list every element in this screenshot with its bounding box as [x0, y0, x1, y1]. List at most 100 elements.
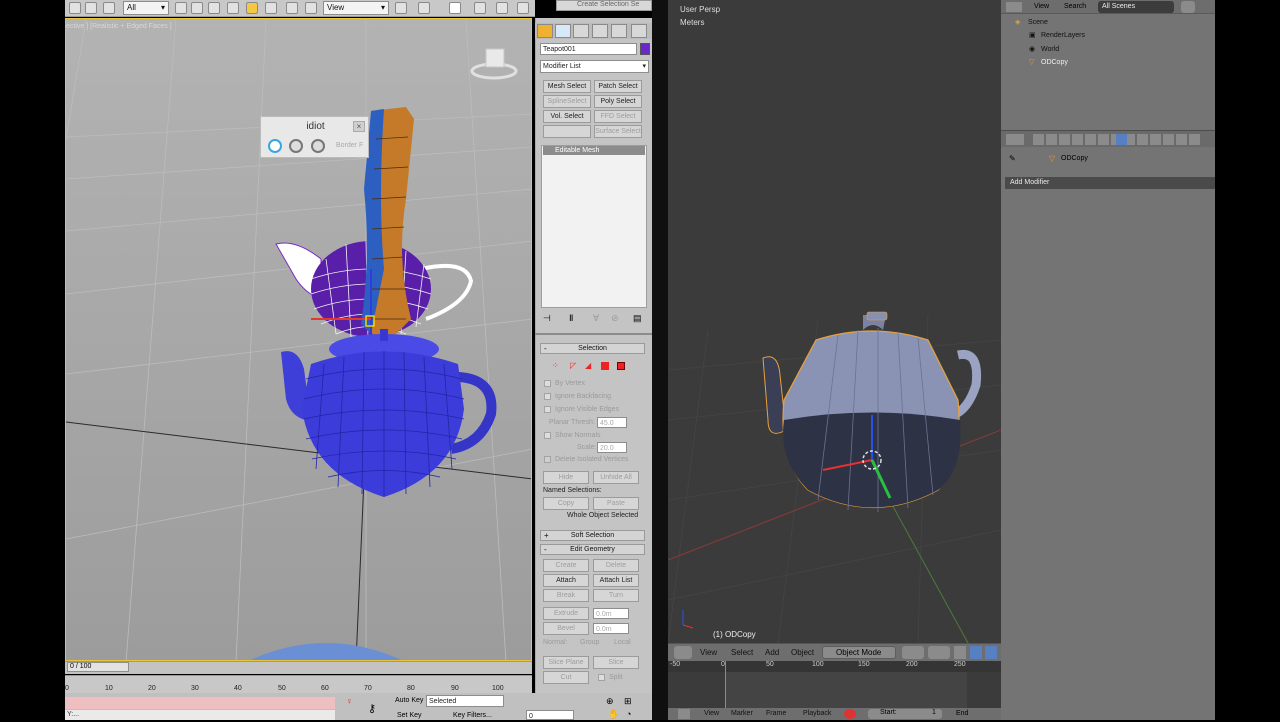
modifier-list-dropdown[interactable]: Modifier List ▾: [540, 60, 649, 73]
create-tab-icon[interactable]: [537, 24, 553, 38]
link-icon[interactable]: [69, 2, 81, 14]
local-radio[interactable]: Local: [614, 639, 631, 646]
scene-filter-dropdown[interactable]: All Scenes: [1098, 1, 1174, 13]
editor-type-icon[interactable]: [678, 709, 690, 719]
object-name-field[interactable]: Teapot001: [540, 43, 637, 55]
motion-tab-icon[interactable]: [592, 24, 608, 38]
slice-button[interactable]: Slice: [593, 656, 639, 669]
by-vertex-checkbox[interactable]: [544, 380, 551, 387]
surface-select-button[interactable]: Surface Select: [594, 125, 642, 138]
gear-icon[interactable]: [289, 139, 303, 153]
blender-3d-viewport[interactable]: User Persp Meters (1) ODCopy: [668, 0, 1001, 643]
element-icon[interactable]: [617, 362, 625, 370]
timeline-marker-menu[interactable]: Marker: [731, 710, 753, 717]
pivot-dropdown[interactable]: [928, 646, 950, 659]
hierarchy-tab-icon[interactable]: [573, 24, 589, 38]
attach-button[interactable]: Attach: [543, 574, 589, 587]
reference-coord-dropdown[interactable]: View: [323, 1, 389, 15]
zoom-all-icon[interactable]: ⊞: [624, 696, 632, 707]
paste-button[interactable]: Paste: [593, 497, 639, 510]
display-tab-icon[interactable]: [611, 24, 627, 38]
show-normals-checkbox[interactable]: [544, 432, 551, 439]
editor-type-icon[interactable]: [674, 646, 692, 659]
vertex-icon[interactable]: ⁘: [552, 361, 559, 370]
snap-toggle-icon[interactable]: [474, 2, 486, 14]
pan-icon[interactable]: ✋: [608, 709, 619, 720]
select-place-icon[interactable]: [305, 2, 317, 14]
window-crossing-icon[interactable]: [227, 2, 239, 14]
manipulator-icon[interactable]: [954, 646, 966, 659]
stack-item-editable-mesh[interactable]: Editable Mesh: [543, 146, 645, 155]
bevel-input[interactable]: 0.0m: [593, 623, 629, 634]
edit-geometry-rollout[interactable]: - Edit Geometry: [540, 544, 645, 555]
attach-list-button[interactable]: Attach List: [593, 574, 639, 587]
auto-key-button[interactable]: Auto Key: [395, 697, 423, 704]
zoom-icon[interactable]: ⊕: [606, 696, 614, 707]
slice-plane-button[interactable]: Slice Plane: [543, 656, 589, 669]
max-perspective-viewport[interactable]: ective ] [Realistic + Edged Faces ]: [65, 18, 532, 661]
create-button[interactable]: Create: [543, 559, 589, 572]
timeline-playback-menu[interactable]: Playback: [803, 710, 831, 717]
modify-tab-icon[interactable]: [555, 24, 571, 38]
mode-dropdown[interactable]: Object Mode: [822, 646, 896, 659]
outliner-view-menu[interactable]: View: [1034, 3, 1049, 10]
select-menu[interactable]: Select: [731, 648, 753, 657]
key-mode-icon[interactable]: ♀: [346, 696, 353, 706]
pivot-icon[interactable]: [395, 2, 407, 14]
utilities-tab-icon[interactable]: [631, 24, 647, 38]
add-menu[interactable]: Add: [765, 648, 779, 657]
blender-timeline[interactable]: -50 0 50 100 150 200 250: [668, 661, 1001, 708]
make-unique-icon[interactable]: ∀: [593, 313, 599, 324]
select-manipulate-icon[interactable]: [418, 2, 430, 14]
modifier-stack[interactable]: [541, 145, 647, 308]
outliner-search-menu[interactable]: Search: [1064, 3, 1086, 10]
hide-button[interactable]: Hide: [543, 471, 589, 484]
rotate-icon[interactable]: [985, 646, 997, 659]
time-slider[interactable]: 0 / 100: [67, 662, 129, 672]
patch-select-button[interactable]: Patch Select: [594, 80, 642, 93]
vol-select-button[interactable]: Vol. Select: [543, 110, 591, 123]
maxscript-listener[interactable]: [65, 697, 335, 709]
polygon-icon[interactable]: [601, 362, 609, 370]
view-menu[interactable]: View: [700, 648, 717, 657]
turn-button[interactable]: Turn: [593, 589, 639, 602]
orbit-icon[interactable]: ◔: [626, 709, 631, 719]
close-icon[interactable]: ×: [353, 121, 365, 132]
scale-input[interactable]: 20.0: [597, 442, 627, 453]
editor-type-icon[interactable]: [1006, 2, 1022, 12]
delete-button[interactable]: Delete: [593, 559, 639, 572]
selection-filter-dropdown[interactable]: All: [123, 1, 169, 15]
percent-snap-icon[interactable]: [517, 2, 529, 14]
outliner-row-world[interactable]: ◉ World: [1001, 43, 1215, 56]
bind-icon[interactable]: [103, 2, 115, 14]
translate-icon[interactable]: [970, 646, 982, 659]
configure-sets-icon[interactable]: ▤: [633, 313, 642, 324]
split-checkbox[interactable]: [598, 674, 605, 681]
add-modifier-button[interactable]: Add Modifier: [1005, 177, 1215, 189]
poly-select-button[interactable]: Poly Select: [594, 95, 642, 108]
planar-thresh-input[interactable]: 45.0: [597, 417, 627, 428]
break-button[interactable]: Break: [543, 589, 589, 602]
select-by-name-icon[interactable]: [191, 2, 203, 14]
unhide-all-button[interactable]: Unhide All: [593, 471, 639, 484]
cut-button[interactable]: Cut: [543, 671, 589, 684]
remove-modifier-icon[interactable]: ⊘: [611, 313, 619, 324]
move-icon[interactable]: [246, 2, 258, 14]
delete-isolated-checkbox[interactable]: [544, 456, 551, 463]
end-frame-field[interactable]: End: [956, 710, 968, 717]
shading-dropdown[interactable]: [902, 646, 924, 659]
modifier-wrench-icon[interactable]: [1116, 134, 1127, 145]
scale-icon[interactable]: [286, 2, 298, 14]
track-bar[interactable]: 0 10 20 30 40 50 60 70 80 90 100: [65, 675, 532, 693]
editor-type-icon[interactable]: [1006, 134, 1024, 145]
start-frame-field[interactable]: Start: 1: [868, 709, 942, 719]
angle-snap-icon[interactable]: [496, 2, 508, 14]
soft-selection-rollout[interactable]: + Soft Selection: [540, 530, 645, 541]
edge-icon[interactable]: ◸: [570, 361, 576, 370]
pin-stack-icon[interactable]: ⊣: [543, 313, 551, 324]
extrude-input[interactable]: 0.0m: [593, 608, 629, 619]
extrude-button[interactable]: Extrude: [543, 607, 589, 620]
set-key-button[interactable]: Set Key: [397, 712, 422, 719]
object-menu[interactable]: Object: [791, 648, 814, 657]
spline-select-button[interactable]: SplineSelect: [543, 95, 591, 108]
